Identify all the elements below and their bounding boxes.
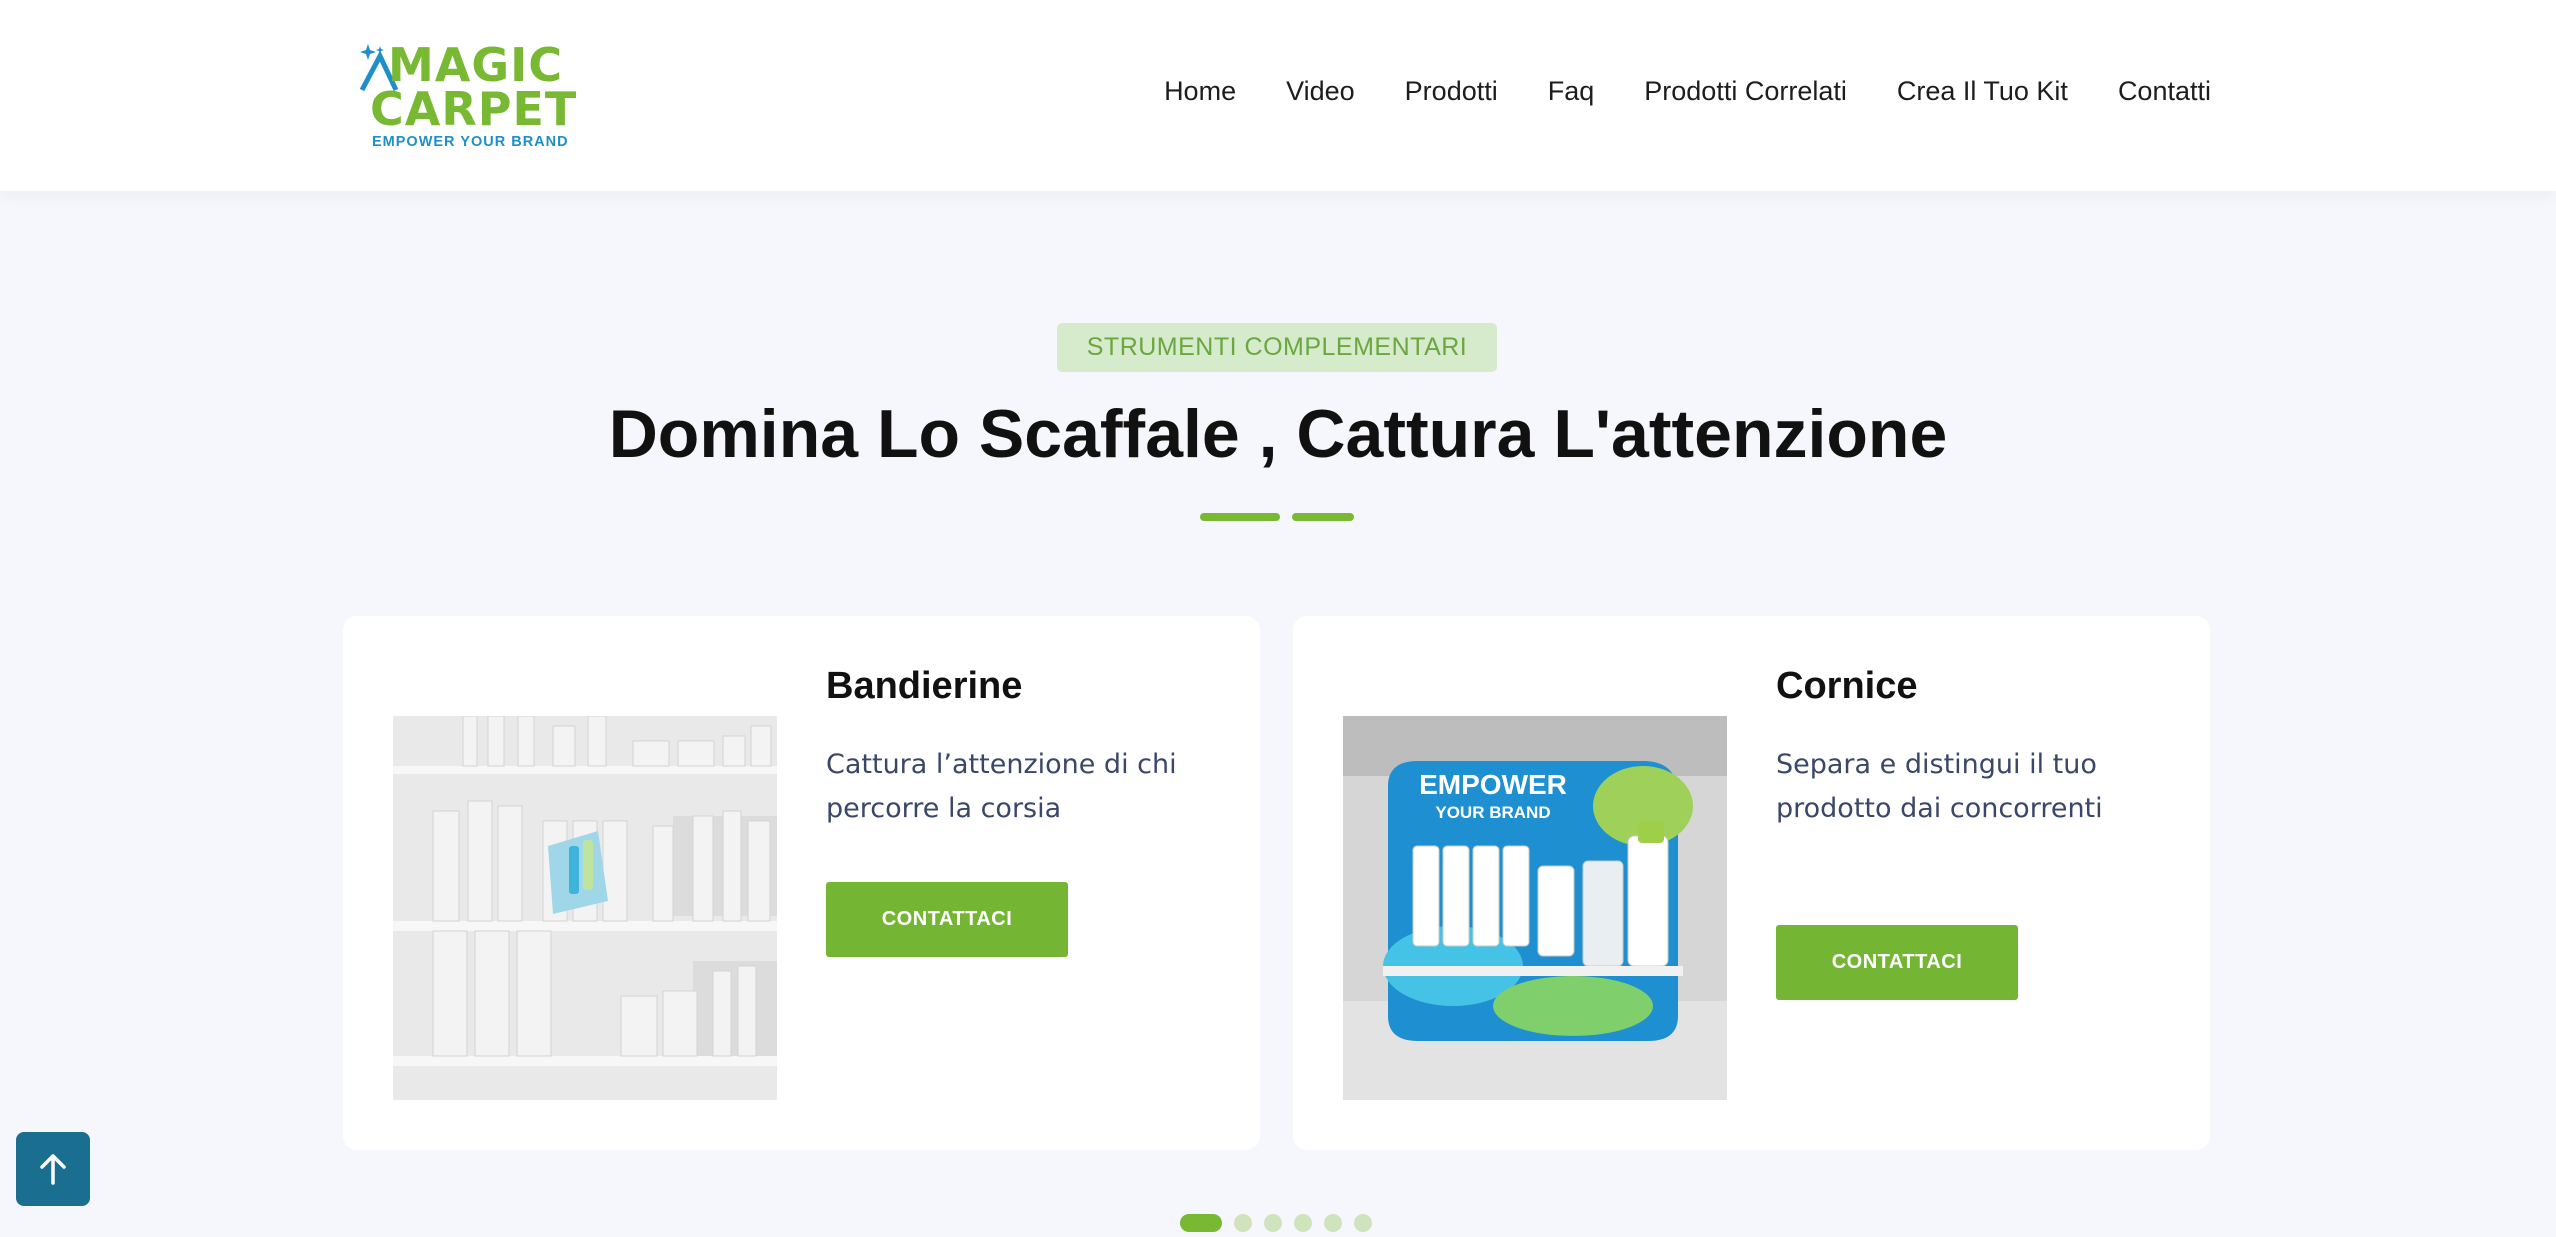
nav-crea-il-tuo-kit[interactable]: Crea Il Tuo Kit [1897, 76, 2068, 107]
nav-prodotti[interactable]: Prodotti [1405, 76, 1498, 107]
card-title: Cornice [1776, 665, 1918, 707]
carousel-dot[interactable] [1294, 1214, 1312, 1232]
arrow-up-icon [40, 1154, 66, 1185]
product-card-bandierine: Bandierine Cattura l’attenzione di chi p… [343, 616, 1260, 1150]
nav-home[interactable]: Home [1164, 76, 1236, 107]
carousel-dot[interactable] [1354, 1214, 1372, 1232]
logo-text-carpet: CARPET [370, 82, 578, 136]
carousel-dot[interactable] [1324, 1214, 1342, 1232]
magic-carpet-logo[interactable]: MAGIC CARPET EMPOWER YOUR BRAND [358, 42, 576, 152]
nav-contatti[interactable]: Contatti [2118, 76, 2211, 107]
section-eyebrow-badge: STRUMENTI COMPLEMENTARI [1057, 323, 1497, 372]
frame-text-line2: YOUR BRAND [1435, 803, 1550, 822]
shelf-with-flag-image [393, 716, 777, 1100]
card-description: Separa e distingui il tuo prodotto dai c… [1776, 749, 2103, 824]
title-divider [1200, 513, 1354, 521]
carousel-dot-active[interactable] [1180, 1214, 1222, 1232]
site-header: MAGIC CARPET EMPOWER YOUR BRAND Home Vid… [0, 0, 2556, 191]
card-title: Bandierine [826, 665, 1023, 707]
contattaci-button[interactable]: CONTATTACI [1776, 925, 2018, 1000]
frame-text-line1: EMPOWER [1419, 769, 1567, 800]
shelf-frame-image: EMPOWER YOUR BRAND [1343, 716, 1727, 1100]
carousel-dot[interactable] [1234, 1214, 1252, 1232]
carousel-pagination [1180, 1214, 1372, 1232]
contattaci-button[interactable]: CONTATTACI [826, 882, 1068, 957]
nav-video[interactable]: Video [1286, 76, 1355, 107]
nav-faq[interactable]: Faq [1548, 76, 1595, 107]
logo-tagline: EMPOWER YOUR BRAND [372, 134, 569, 150]
divider-bar [1200, 513, 1280, 521]
section-title: Domina Lo Scaffale , Cattura L'attenzion… [608, 396, 1948, 472]
divider-bar [1292, 513, 1354, 521]
main-nav: Home Video Prodotti Faq Prodotti Correla… [1164, 76, 2211, 107]
carousel-dot[interactable] [1264, 1214, 1282, 1232]
nav-prodotti-correlati[interactable]: Prodotti Correlati [1644, 76, 1847, 107]
card-description: Cattura l’attenzione di chi percorre la … [826, 749, 1177, 824]
product-card-cornice: EMPOWER YOUR BRAND Cornice Separa e dist… [1293, 616, 2210, 1150]
back-to-top-button[interactable] [16, 1132, 90, 1206]
